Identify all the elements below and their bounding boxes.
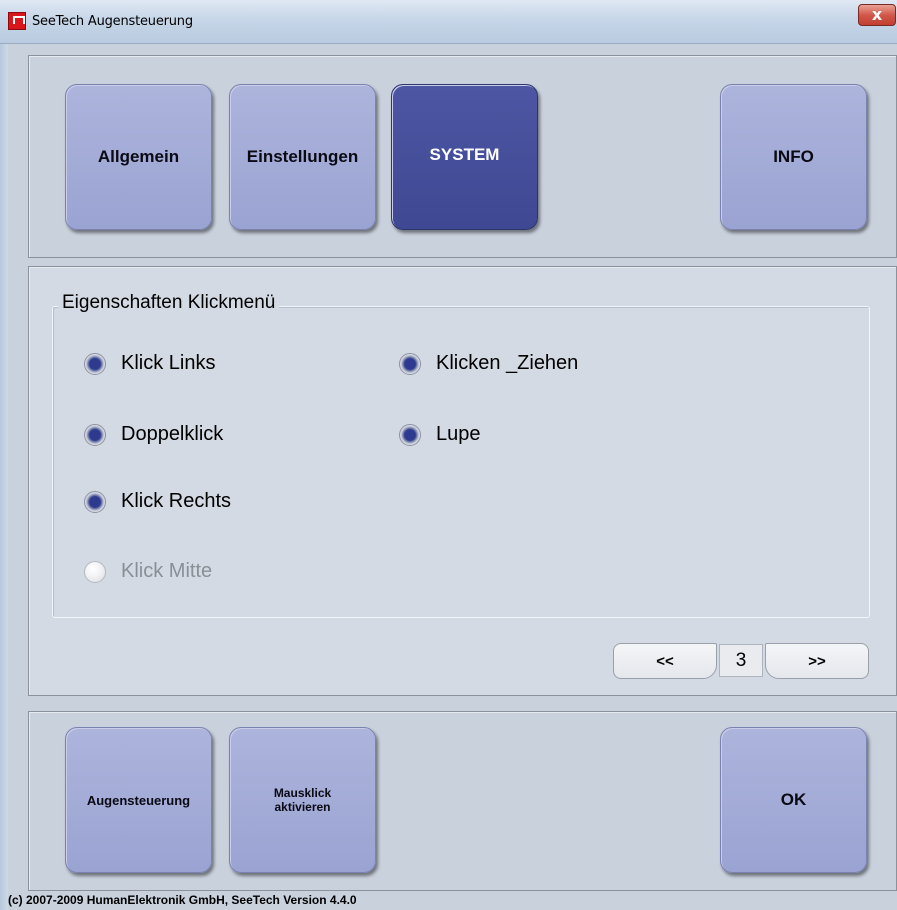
option-label: Klicken _Ziehen xyxy=(436,352,579,374)
button-label-line1: Mausklick xyxy=(273,786,332,800)
augensteuerung-button[interactable]: Augensteuerung xyxy=(65,727,212,873)
option-klick-links[interactable]: Klick Links xyxy=(84,352,215,375)
page-number: 3 xyxy=(719,644,763,677)
tab-allgemein[interactable]: Allgemein xyxy=(65,84,212,230)
radio-icon xyxy=(84,560,106,583)
radio-icon[interactable] xyxy=(84,423,106,446)
tab-einstellungen[interactable]: Einstellungen xyxy=(229,84,376,230)
next-page-button[interactable]: >> xyxy=(765,643,869,679)
previous-page-button[interactable]: << xyxy=(613,643,717,679)
radio-icon[interactable] xyxy=(84,352,106,375)
button-label-line2: aktivieren xyxy=(274,800,331,814)
option-lupe[interactable]: Lupe xyxy=(399,423,481,446)
option-label: Klick Mitte xyxy=(121,560,213,582)
radio-icon[interactable] xyxy=(399,352,421,375)
group-legend: Eigenschaften Klickmenü xyxy=(58,292,280,314)
copyright-footer: (c) 2007-2009 HumanElektronik GmbH, SeeT… xyxy=(8,893,357,907)
option-klicken-ziehen[interactable]: Klicken _Ziehen xyxy=(399,352,578,375)
tab-info[interactable]: INFO xyxy=(720,84,867,230)
option-doppelklick[interactable]: Doppelklick xyxy=(84,423,223,446)
option-klick-mitte: Klick Mitte xyxy=(84,560,212,583)
ok-button[interactable]: OK xyxy=(720,727,867,873)
radio-icon[interactable] xyxy=(399,423,421,446)
radio-icon[interactable] xyxy=(84,490,106,513)
mausklick-aktivieren-button[interactable]: Mausklick aktivieren xyxy=(229,727,376,873)
option-label: Klick Links xyxy=(121,352,216,374)
close-button[interactable]: x xyxy=(858,4,896,26)
option-klick-rechts[interactable]: Klick Rechts xyxy=(84,490,231,513)
window-frame-left xyxy=(0,44,8,910)
option-label: Lupe xyxy=(436,423,481,445)
option-label: Klick Rechts xyxy=(121,490,232,512)
app-icon xyxy=(8,12,26,30)
option-label: Doppelklick xyxy=(121,423,224,445)
title-bar: SeeTech Augensteuerung x xyxy=(0,0,897,44)
window-title: SeeTech Augensteuerung xyxy=(32,14,193,29)
tab-system[interactable]: SYSTEM xyxy=(391,84,538,230)
